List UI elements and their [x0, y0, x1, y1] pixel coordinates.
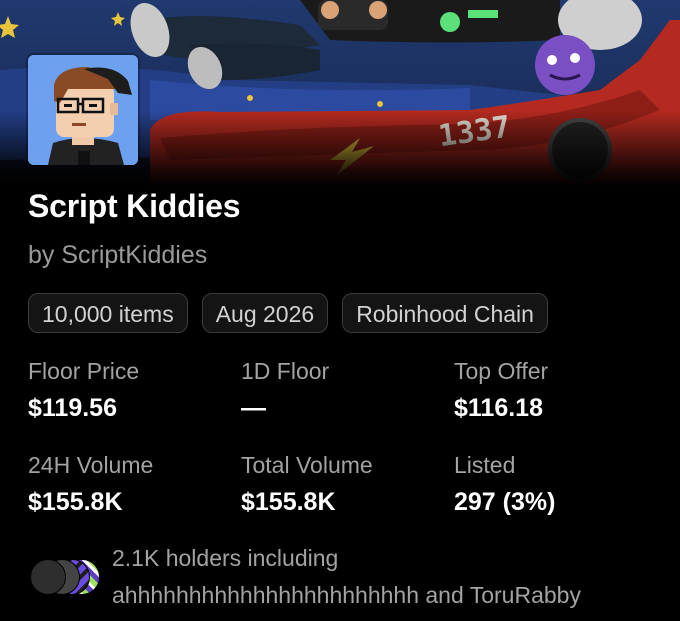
stat-top-offer: Top Offer $116.18	[454, 357, 654, 423]
stat-volume-24h: 24H Volume $155.8K	[28, 451, 228, 517]
collection-avatar[interactable]	[28, 55, 138, 165]
stat-value: $119.56	[28, 394, 117, 422]
stat-listed: Listed 297 (3%)	[454, 451, 654, 517]
stat-value: $155.8K	[28, 488, 123, 516]
holders-names[interactable]: ahhhhhhhhhhhhhhhhhhhhhhh and ToruRabby	[112, 582, 581, 609]
holder-avatar	[30, 559, 66, 595]
chain-chip[interactable]: Robinhood Chain	[342, 293, 548, 333]
item-count-chip: 10,000 items	[28, 293, 188, 333]
stat-total-volume: Total Volume $155.8K	[241, 451, 441, 517]
stat-label: 1D Floor	[241, 358, 330, 384]
stat-value: $116.18	[454, 394, 543, 422]
stat-floor-price: Floor Price $119.56	[28, 357, 228, 423]
stat-value: —	[241, 394, 266, 422]
created-date-chip: Aug 2026	[201, 293, 329, 333]
stat-one-day-floor: 1D Floor —	[241, 357, 441, 423]
holders-count[interactable]: 2.1K holders including	[112, 545, 338, 572]
creator-link[interactable]: by ScriptKiddies	[28, 241, 207, 270]
pixel-character-icon	[28, 55, 138, 165]
stat-value: $155.8K	[241, 488, 336, 516]
stat-label: Top Offer	[454, 358, 549, 384]
collection-title: Script Kiddies	[28, 188, 241, 224]
stat-label: Listed	[454, 452, 516, 478]
stat-value: 297 (3%)	[454, 488, 556, 516]
collection-info-chips: 10,000 items Aug 2026 Robinhood Chain	[28, 293, 548, 333]
stat-label: 24H Volume	[28, 452, 154, 478]
stat-label: Floor Price	[28, 358, 140, 384]
stat-label: Total Volume	[241, 452, 373, 478]
holder-avatars[interactable]	[30, 559, 100, 597]
